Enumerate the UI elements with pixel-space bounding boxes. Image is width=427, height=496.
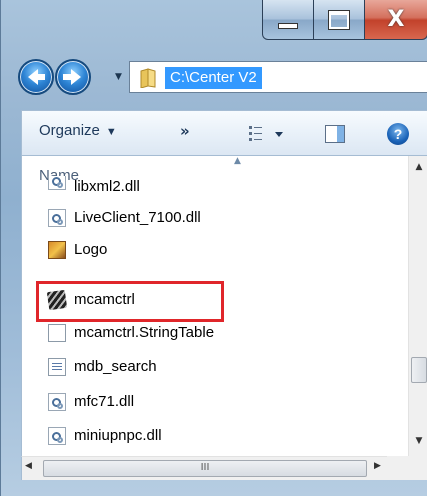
- dll-file-icon: [48, 427, 66, 445]
- close-button[interactable]: X: [364, 0, 427, 40]
- more-commands-button[interactable]: »: [180, 122, 190, 140]
- file-row[interactable]: mdb_search: [22, 351, 408, 383]
- file-name: libxml2.dll: [74, 178, 140, 195]
- change-view-button[interactable]: [247, 124, 287, 144]
- back-button[interactable]: [18, 59, 54, 95]
- minimize-button[interactable]: [262, 0, 314, 40]
- document-file-icon: [48, 324, 66, 342]
- back-arrow-icon: [28, 69, 45, 85]
- address-path[interactable]: C:\Center V2: [165, 67, 262, 89]
- explorer-window: X ▼ C:\Center V2 Organize ▼ » ? ▲ libxml…: [0, 0, 427, 496]
- folder-icon: [140, 68, 156, 88]
- scroll-left-arrow-icon[interactable]: ◀: [25, 461, 32, 471]
- scroll-down-arrow-icon[interactable]: ▼: [409, 436, 427, 452]
- chevron-down-icon: ▼: [105, 126, 117, 138]
- dll-file-icon: [48, 176, 66, 190]
- organize-label: Organize: [39, 122, 100, 139]
- file-row[interactable]: LiveClient_7100.dll: [22, 202, 408, 234]
- image-file-icon: [48, 241, 66, 259]
- command-bar: Organize ▼ » ?: [21, 110, 427, 156]
- file-row[interactable]: mfc71.dll: [22, 386, 408, 418]
- help-button[interactable]: ?: [387, 123, 409, 145]
- file-name: mfc71.dll: [74, 393, 135, 410]
- sort-ascending-icon: ▲: [234, 156, 241, 166]
- preview-pane-button[interactable]: [325, 125, 345, 143]
- preview-pane-icon: [325, 125, 345, 143]
- organize-button[interactable]: Organize ▼: [39, 122, 117, 139]
- maximize-icon: [329, 10, 349, 29]
- forward-arrow-icon: [63, 69, 81, 85]
- dll-file-icon: [48, 393, 66, 411]
- dll-file-icon: [48, 209, 66, 227]
- text-file-icon: [48, 358, 66, 376]
- forward-button[interactable]: [55, 59, 91, 95]
- horizontal-scrollbar[interactable]: ◀ III ▶: [21, 456, 387, 480]
- maximize-button[interactable]: [313, 0, 365, 40]
- close-icon: X: [387, 6, 405, 32]
- file-name: mdb_search: [74, 358, 157, 375]
- views-icon: [249, 126, 283, 141]
- scroll-right-arrow-icon[interactable]: ▶: [374, 461, 381, 471]
- annotation-highlight-box: [36, 281, 224, 322]
- vertical-scrollbar[interactable]: ▲ ▼: [408, 156, 427, 456]
- file-name: miniupnpc.dll: [74, 427, 162, 444]
- vertical-scroll-thumb[interactable]: [411, 357, 427, 383]
- minimize-icon: [278, 22, 298, 29]
- scrollbar-corner: [387, 456, 427, 480]
- file-list-pane: ▲ Name libxml2.dll LiveClient_7100.dll L…: [21, 156, 427, 456]
- file-row[interactable]: Logo: [22, 234, 408, 266]
- file-row[interactable]: miniupnpc.dll: [22, 420, 408, 452]
- recent-pages-dropdown[interactable]: ▼: [115, 72, 122, 82]
- file-name: LiveClient_7100.dll: [74, 209, 201, 226]
- file-row[interactable]: libxml2.dll: [22, 176, 408, 198]
- address-bar[interactable]: C:\Center V2: [129, 61, 427, 93]
- horizontal-scroll-thumb[interactable]: III: [43, 460, 367, 477]
- scroll-up-arrow-icon[interactable]: ▲: [409, 162, 427, 178]
- file-name: Logo: [74, 241, 108, 258]
